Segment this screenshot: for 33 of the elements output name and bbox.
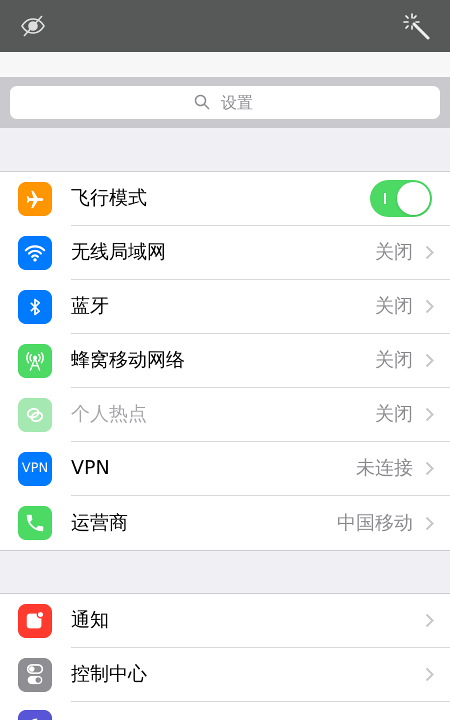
search-icon: [194, 94, 210, 110]
magic-wand-icon[interactable]: [402, 12, 430, 40]
airplane-icon: [24, 188, 46, 210]
setting-value: 关闭: [375, 294, 413, 320]
chevron-icon: [425, 245, 434, 260]
hidden-eye-icon[interactable]: [20, 15, 46, 37]
setting-value: 中国移动: [337, 510, 413, 536]
setting-label: VPN: [71, 456, 111, 482]
setting-label: 蓝牙: [71, 294, 110, 320]
setting-value: 关闭: [375, 402, 413, 428]
vpn-label: VPN: [22, 460, 48, 478]
chevron-icon: [425, 667, 434, 682]
setting-label: 个人热点: [71, 402, 148, 428]
antenna-icon: [24, 350, 46, 372]
setting-label: 无线局域网: [71, 240, 167, 266]
setting-label: 控制中心: [71, 662, 148, 688]
setting-value: 关闭: [375, 240, 413, 266]
search-field[interactable]: 设置: [10, 86, 440, 119]
chevron-icon: [425, 613, 434, 628]
setting-label: 运营商: [71, 510, 129, 536]
switches-icon: [24, 663, 46, 687]
setting-label: 飞行模式: [71, 186, 148, 212]
phone-icon: [24, 512, 46, 534]
setting-value: 关闭: [375, 348, 413, 374]
chevron-icon: [425, 516, 434, 530]
setting-label: 通知: [71, 608, 110, 634]
chevron-icon: [425, 299, 434, 314]
chevron-icon: [425, 407, 434, 422]
chevron-icon: [425, 353, 434, 368]
setting-label: 蜂窝移动网络: [71, 348, 186, 374]
chevron-icon: [425, 461, 434, 476]
toggle-switch[interactable]: [370, 180, 432, 217]
setting-value: 未连接: [356, 456, 413, 482]
